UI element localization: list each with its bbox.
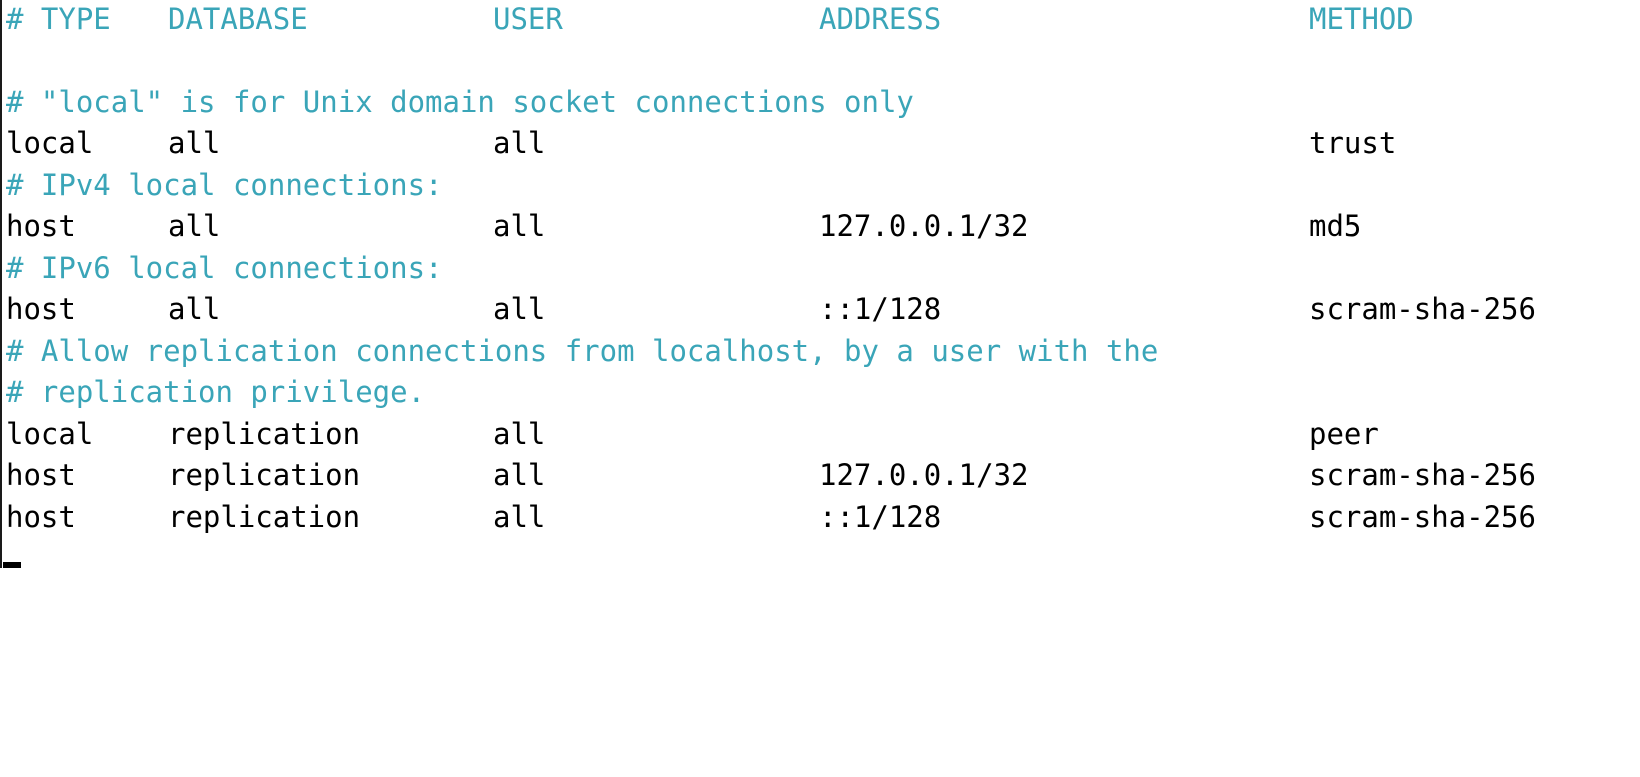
entry-method: peer bbox=[1309, 417, 1379, 451]
entry-type: host bbox=[6, 209, 76, 243]
header-comment-line: # TYPE DATABASE USER ADDRESS METHOD bbox=[6, 0, 1414, 39]
text-cursor bbox=[3, 562, 21, 568]
comment-ipv4: # IPv4 local connections: bbox=[6, 168, 443, 202]
config-line: host all all ::1/128 scram-sha-256 bbox=[6, 289, 1536, 329]
entry-database: replication bbox=[168, 500, 361, 534]
entry-address: 127.0.0.1/32 bbox=[819, 458, 1029, 492]
entry-database: all bbox=[168, 292, 221, 326]
entry-database: all bbox=[168, 126, 221, 160]
header-type: # TYPE bbox=[6, 2, 111, 36]
entry-type: host bbox=[6, 500, 76, 534]
entry-user: all bbox=[493, 458, 546, 492]
header-database: DATABASE bbox=[168, 2, 308, 36]
entry-type: local bbox=[6, 417, 94, 451]
entry-address: ::1/128 bbox=[819, 292, 942, 326]
text-editor[interactable]: # TYPE DATABASE USER ADDRESS METHOD # "l… bbox=[0, 0, 1640, 568]
config-line: local replication all peer bbox=[6, 414, 1379, 454]
entry-method: scram-sha-256 bbox=[1309, 458, 1536, 492]
entry-user: all bbox=[493, 209, 546, 243]
entry-user: all bbox=[493, 417, 546, 451]
header-user: USER bbox=[493, 2, 563, 36]
header-method: METHOD bbox=[1309, 2, 1414, 36]
entry-type: host bbox=[6, 292, 76, 326]
comment-replication-2: # replication privilege. bbox=[6, 375, 426, 409]
config-line: local all all trust bbox=[6, 123, 1396, 163]
entry-method: scram-sha-256 bbox=[1309, 292, 1536, 326]
entry-user: all bbox=[493, 292, 546, 326]
entry-user: all bbox=[493, 126, 546, 160]
entry-database: replication bbox=[168, 417, 361, 451]
entry-method: trust bbox=[1309, 126, 1397, 160]
config-line: host replication all 127.0.0.1/32 scram-… bbox=[6, 455, 1536, 495]
comment-ipv6: # IPv6 local connections: bbox=[6, 251, 443, 285]
comment-replication-1: # Allow replication connections from loc… bbox=[6, 334, 1159, 368]
comment-local-only: # "local" is for Unix domain socket conn… bbox=[6, 85, 914, 119]
config-line: host replication all ::1/128 scram-sha-2… bbox=[6, 497, 1536, 537]
entry-type: host bbox=[6, 458, 76, 492]
entry-address: ::1/128 bbox=[819, 500, 942, 534]
entry-database: replication bbox=[168, 458, 361, 492]
config-line: host all all 127.0.0.1/32 md5 bbox=[6, 206, 1361, 246]
editor-left-border bbox=[0, 0, 2, 568]
entry-database: all bbox=[168, 209, 221, 243]
entry-method: scram-sha-256 bbox=[1309, 500, 1536, 534]
header-address: ADDRESS bbox=[819, 2, 942, 36]
entry-address: 127.0.0.1/32 bbox=[819, 209, 1029, 243]
entry-user: all bbox=[493, 500, 546, 534]
entry-type: local bbox=[6, 126, 94, 160]
entry-method: md5 bbox=[1309, 209, 1362, 243]
